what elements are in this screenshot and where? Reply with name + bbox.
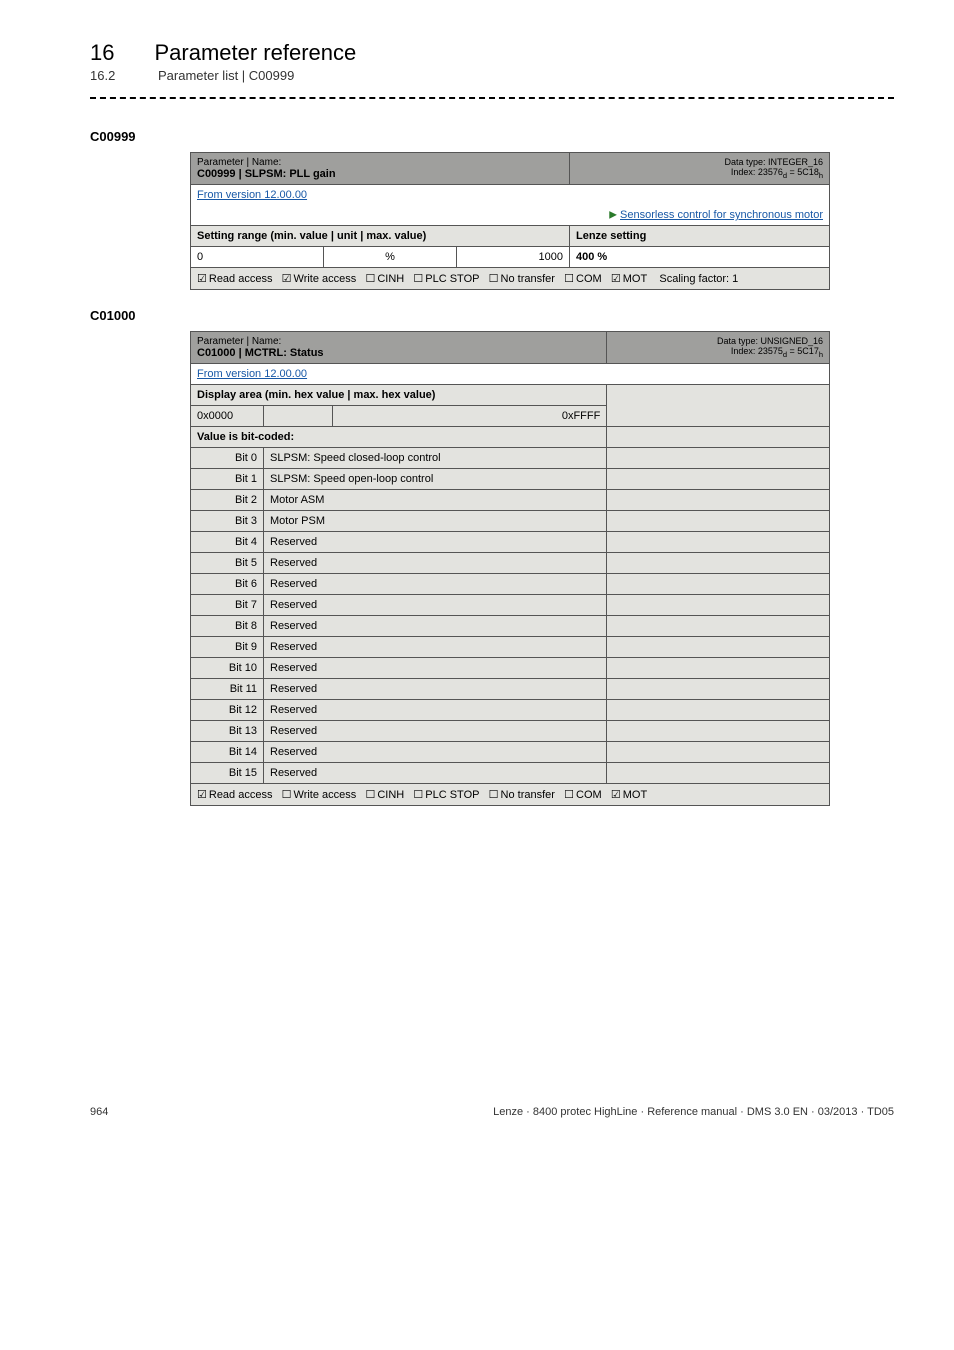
bit-label: Bit 15 — [191, 763, 264, 784]
bit-desc: Motor ASM — [264, 490, 607, 511]
bit-desc: Reserved — [264, 763, 607, 784]
bit-desc: Reserved — [264, 700, 607, 721]
param-code-name: C01000 | MCTRL: Status — [197, 347, 600, 359]
doc-id: Lenze · 8400 protec HighLine · Reference… — [493, 1106, 894, 1118]
section-number: 16.2 — [90, 68, 118, 83]
setting-max: 1000 — [457, 247, 570, 268]
param-table-c01000: Parameter | Name: C01000 | MCTRL: Status… — [190, 331, 830, 806]
bit-desc: Reserved — [264, 574, 607, 595]
chapter-number: 16 — [90, 40, 114, 66]
bit-desc: Motor PSM — [264, 511, 607, 532]
bit-desc: SLPSM: Speed closed-loop control — [264, 448, 607, 469]
bit-desc: Reserved — [264, 679, 607, 700]
bit-label: Bit 14 — [191, 742, 264, 763]
bit-label: Bit 6 — [191, 574, 264, 595]
crossref-link[interactable]: Sensorless control for synchronous motor — [620, 209, 823, 221]
access-row: ☑Read access ☐Write access ☐CINH ☐PLC ST… — [191, 784, 830, 806]
data-type: Data type: UNSIGNED_16 — [613, 336, 823, 346]
data-type: Data type: INTEGER_16 — [576, 157, 823, 167]
bit-desc: Reserved — [264, 658, 607, 679]
setting-default: 400 % — [570, 247, 830, 268]
index-line: Index: 23575d = 5C17h — [613, 346, 823, 359]
bit-label: Bit 2 — [191, 490, 264, 511]
bit-label: Bit 10 — [191, 658, 264, 679]
bit-label: Bit 0 — [191, 448, 264, 469]
bit-coded-header: Value is bit-coded: — [191, 427, 607, 448]
bit-label: Bit 5 — [191, 553, 264, 574]
bit-label: Bit 13 — [191, 721, 264, 742]
bit-label: Bit 7 — [191, 595, 264, 616]
bit-label: Bit 11 — [191, 679, 264, 700]
bit-label: Bit 8 — [191, 616, 264, 637]
bit-desc: Reserved — [264, 742, 607, 763]
section-title: Parameter list | C00999 — [158, 68, 294, 83]
from-version-link[interactable]: From version 12.00.00 — [197, 368, 307, 380]
bit-desc: Reserved — [264, 637, 607, 658]
bit-desc: Reserved — [264, 616, 607, 637]
index-line: Index: 23576d = 5C18h — [576, 167, 823, 180]
bit-label: Bit 1 — [191, 469, 264, 490]
bit-desc: Reserved — [264, 721, 607, 742]
display-area-header: Display area (min. hex value | max. hex … — [191, 385, 607, 406]
chapter-title: Parameter reference — [154, 40, 356, 66]
bit-label: Bit 9 — [191, 637, 264, 658]
access-row: ☑Read access ☑Write access ☐CINH ☐PLC ST… — [191, 268, 830, 290]
bit-label: Bit 4 — [191, 532, 264, 553]
param-code-name: C00999 | SLPSM: PLL gain — [197, 168, 563, 180]
hex-max: 0xFFFF — [333, 406, 607, 427]
hex-min: 0x0000 — [191, 406, 264, 427]
divider — [90, 97, 894, 99]
lenze-setting-header: Lenze setting — [570, 226, 830, 247]
crossref-arrow-icon: ▶ — [609, 210, 617, 221]
bit-label: Bit 3 — [191, 511, 264, 532]
bit-desc: SLPSM: Speed open-loop control — [264, 469, 607, 490]
setting-unit: % — [324, 247, 457, 268]
bit-label: Bit 12 — [191, 700, 264, 721]
bit-desc: Reserved — [264, 553, 607, 574]
setting-range-header: Setting range (min. value | unit | max. … — [191, 226, 570, 247]
param-name-label: Parameter | Name: — [197, 157, 563, 168]
param-name-label: Parameter | Name: — [197, 336, 600, 347]
from-version-link[interactable]: From version 12.00.00 — [197, 189, 307, 201]
param-block-header: C00999 — [90, 129, 894, 144]
page-number: 964 — [90, 1106, 108, 1118]
bit-desc: Reserved — [264, 532, 607, 553]
bit-desc: Reserved — [264, 595, 607, 616]
param-block-header: C01000 — [90, 308, 894, 323]
param-table-c00999: Parameter | Name: C00999 | SLPSM: PLL ga… — [190, 152, 830, 290]
setting-min: 0 — [191, 247, 324, 268]
